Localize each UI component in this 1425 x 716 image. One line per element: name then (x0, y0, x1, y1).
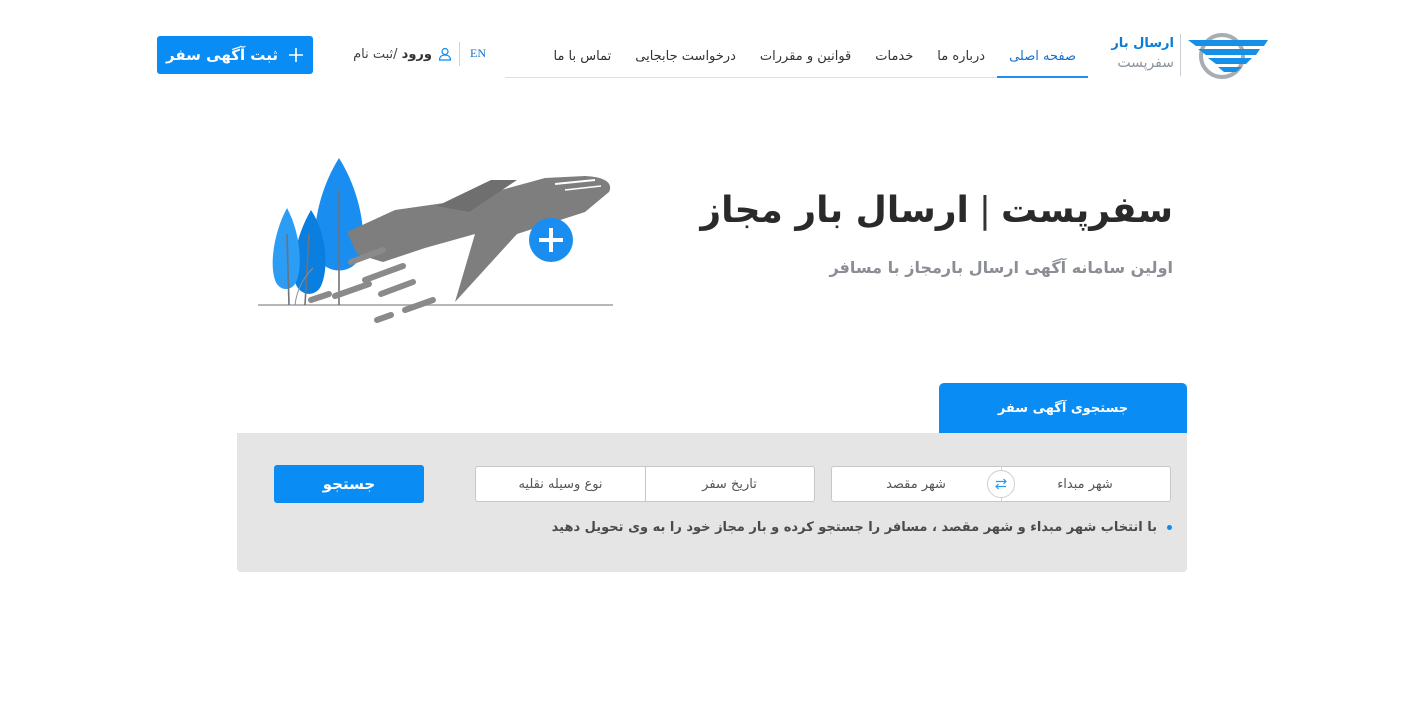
hero-title-brand: سفرپست (1001, 190, 1173, 231)
search-hint: با انتخاب شهر مبداء و شهر مقصد ، مسافر ر… (552, 520, 1172, 535)
bullet-dot (1167, 525, 1172, 530)
trip-options: تاریخ سفر نوع وسیله نقلیه (475, 466, 815, 502)
swap-cities-button[interactable] (987, 470, 1015, 498)
destination-city-field[interactable]: شهر مقصد (832, 467, 1000, 501)
plane-logo-icon (1188, 33, 1268, 79)
hero-subtitle: اولین سامانه آگهی ارسال بارمجاز با مسافر (829, 258, 1173, 277)
logo-title: ارسال بار (1111, 36, 1174, 51)
airplane-takeoff-illustration (258, 158, 613, 323)
nav-item-about[interactable]: درباره ما (925, 36, 997, 77)
nav-item-transfer-request[interactable]: درخواست جابجایی (623, 36, 748, 77)
vehicle-type-select[interactable]: نوع وسیله نقلیه (476, 467, 645, 501)
search-hint-text: با انتخاب شهر مبداء و شهر مقصد ، مسافر ر… (551, 520, 1157, 535)
login-register-link[interactable]: ورود /ثبت نام (340, 44, 452, 64)
origin-city-field[interactable]: شهر مبداء (1000, 467, 1170, 501)
post-trip-ad-label: ثبت آگهی سفر (166, 46, 278, 64)
city-selector: شهر مبداء شهر مقصد (831, 466, 1171, 502)
nav-item-home[interactable]: صفحه اصلی (997, 37, 1088, 78)
search-button[interactable]: جستجو (274, 465, 424, 503)
options-divider (645, 467, 646, 501)
site-logo[interactable]: ارسال بار سفرپست (1111, 30, 1272, 80)
hero-title-tagline: ارسال بار مجاز (700, 190, 969, 231)
logo-divider (1180, 34, 1181, 76)
nav-item-contact[interactable]: تماس با ما (542, 36, 624, 77)
plus-icon (288, 48, 303, 62)
nav-item-services[interactable]: خدمات (863, 36, 925, 77)
main-nav: صفحه اصلی درباره ما خدمات قوانین و مقررا… (505, 36, 1088, 78)
tab-search-trip-ads[interactable]: جستجوی آگهی سفر (939, 383, 1187, 434)
logo-subtitle: سفرپست (1117, 55, 1174, 71)
post-trip-ad-button[interactable]: ثبت آگهی سفر (157, 36, 313, 74)
hero-title-separator: | (978, 190, 992, 231)
user-icon (438, 47, 452, 61)
trip-date-field[interactable]: تاریخ سفر (645, 467, 814, 501)
header-divider (459, 42, 460, 66)
language-switch[interactable]: EN (464, 46, 492, 61)
register-label: /ثبت نام (353, 46, 398, 62)
login-label: ورود (401, 46, 432, 62)
hero-title: سفرپست|ارسال بار مجاز (700, 190, 1173, 231)
swap-arrows-icon (995, 478, 1007, 490)
nav-item-rules[interactable]: قوانین و مقررات (748, 36, 863, 77)
